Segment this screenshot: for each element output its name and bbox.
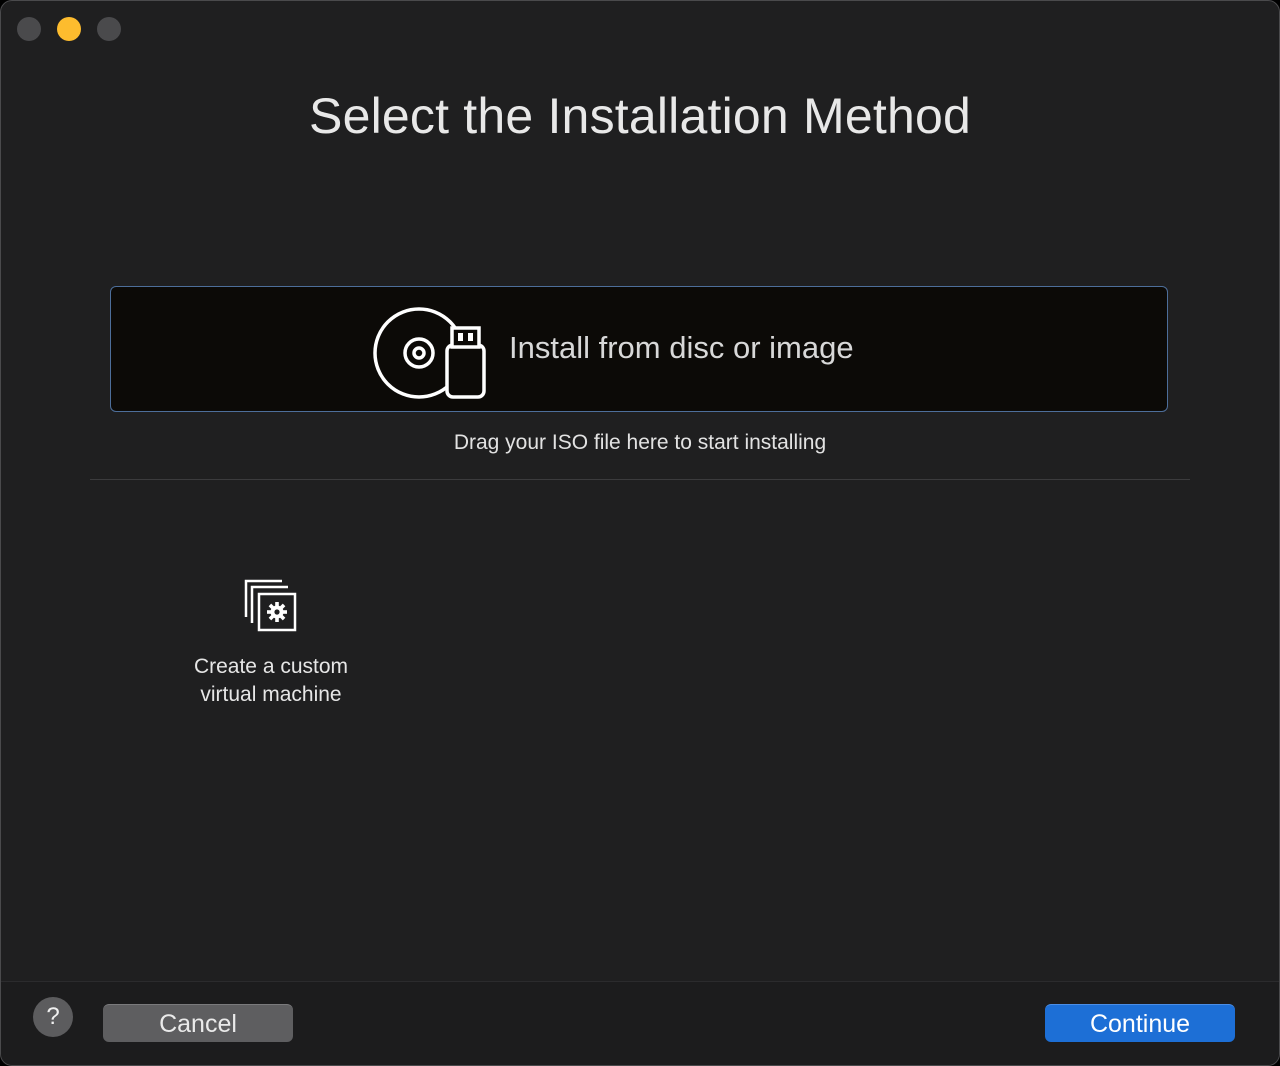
install-from-disc-option[interactable]: Install from disc or image (110, 286, 1168, 412)
close-window-button[interactable] (17, 17, 41, 41)
minimize-window-button[interactable] (57, 17, 81, 41)
zoom-window-button[interactable] (97, 17, 121, 41)
drag-iso-hint: Drag your ISO file here to start install… (453, 431, 827, 454)
create-custom-vm-label: Create a custom virtual machine (193, 655, 349, 706)
install-from-disc-label: Install from disc or image (509, 330, 854, 365)
installer-window: Select the Installation Method Install f… (0, 0, 1280, 1066)
help-button[interactable]: ? (33, 997, 73, 1037)
footer-bar: ? Cancel Continue (1, 981, 1279, 1065)
page-title: Select the Installation Method (309, 88, 971, 144)
custom-vm-gear-icon (244, 579, 297, 632)
continue-button[interactable]: Continue (1045, 1004, 1235, 1042)
create-custom-vm-option[interactable]: Create a custom virtual machine (161, 571, 381, 721)
window-controls (17, 17, 121, 41)
disc-usb-icon (373, 307, 486, 399)
cancel-button[interactable]: Cancel (103, 1004, 293, 1042)
section-divider (90, 479, 1190, 480)
